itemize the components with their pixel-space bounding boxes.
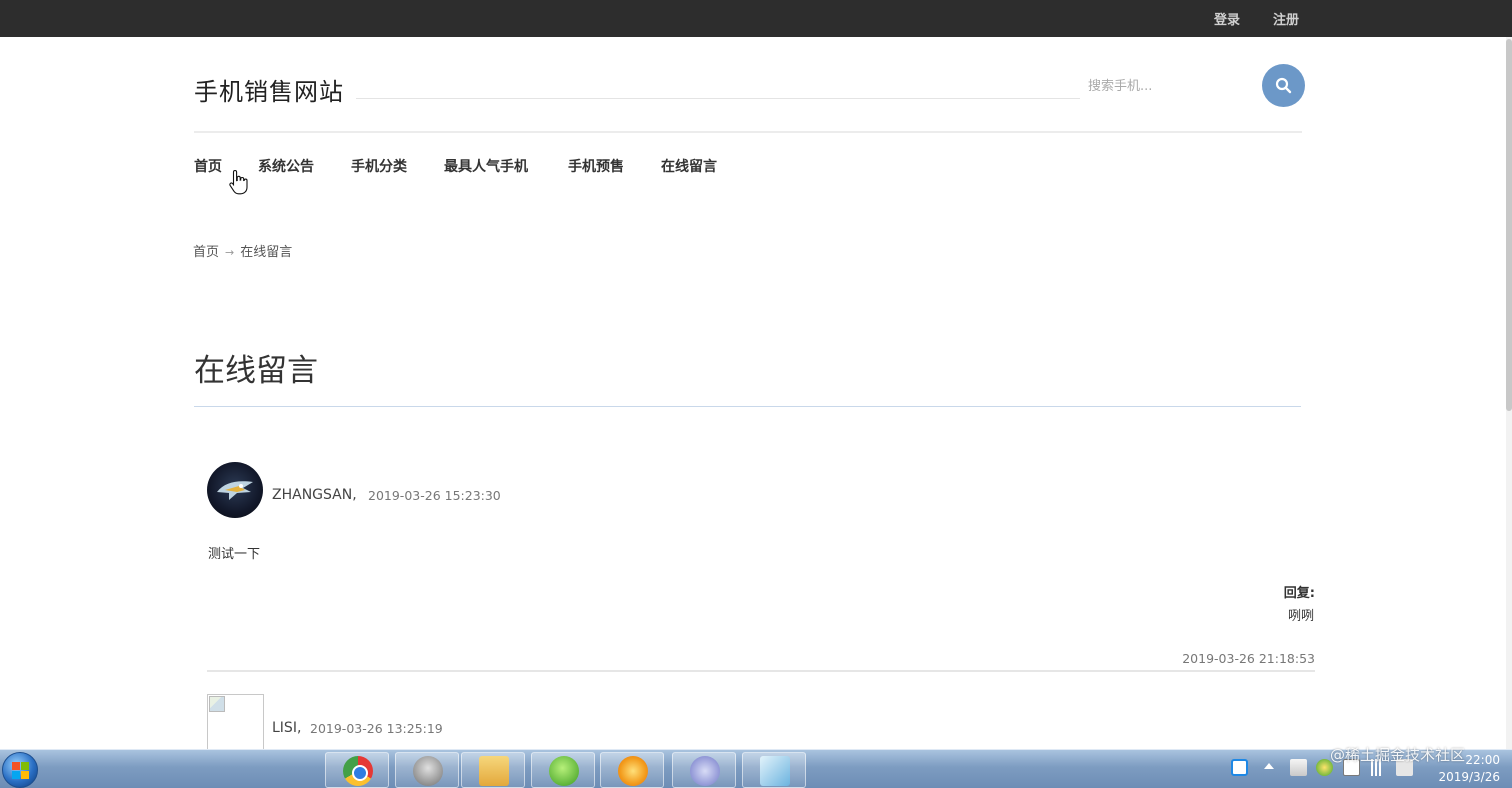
reply-text: 咧咧 bbox=[1287, 609, 1314, 624]
page-title: 在线留言 bbox=[194, 353, 318, 389]
qq-tray-icon[interactable] bbox=[1231, 759, 1248, 776]
nav-item-categories[interactable]: 手机分类 bbox=[351, 156, 407, 176]
breadcrumb-separator: → bbox=[225, 246, 235, 259]
top-bar: 登录 注册 bbox=[0, 0, 1512, 37]
action-center-icon[interactable] bbox=[1290, 759, 1307, 776]
windows-logo-icon bbox=[12, 762, 29, 779]
comment-date: 2019-03-26 15:23:30 bbox=[368, 488, 501, 503]
comment-body: 测试一下 bbox=[208, 547, 261, 562]
comment-date: 2019-03-26 13:25:19 bbox=[310, 721, 443, 736]
nav-item-messages[interactable]: 在线留言 bbox=[661, 156, 717, 176]
nav-item-presale[interactable]: 手机预售 bbox=[568, 156, 624, 176]
comment-author: ZHANGSAN, bbox=[272, 487, 357, 503]
taskbar-chrome-button[interactable] bbox=[325, 752, 389, 788]
breadcrumb-home[interactable]: 首页 bbox=[193, 245, 219, 260]
comment-divider bbox=[207, 670, 1315, 672]
page-scrollbar[interactable] bbox=[1506, 37, 1512, 749]
taskbar-eclipse-button[interactable] bbox=[672, 752, 736, 788]
eclipse-icon bbox=[690, 756, 720, 786]
taskbar-tools-button[interactable] bbox=[395, 752, 459, 788]
taskbar-green-app-button[interactable] bbox=[531, 752, 595, 788]
player-icon bbox=[618, 756, 648, 786]
title-divider bbox=[356, 98, 1080, 99]
avatar bbox=[207, 462, 263, 518]
header-divider bbox=[194, 131, 1302, 133]
search-input[interactable] bbox=[1088, 74, 1248, 98]
nav-item-home[interactable]: 首页 bbox=[194, 156, 222, 176]
show-hidden-icons-icon[interactable] bbox=[1264, 763, 1274, 769]
site-title: 手机销售网站 bbox=[194, 78, 344, 106]
reply-date: 2019-03-26 21:18:53 bbox=[1182, 651, 1315, 666]
start-button[interactable] bbox=[2, 752, 38, 788]
broken-image-icon bbox=[209, 696, 225, 712]
os-taskbar: 22:00 2019/3/26 bbox=[0, 749, 1512, 788]
bird-icon bbox=[217, 481, 253, 500]
search-icon bbox=[1275, 77, 1292, 94]
reply-label: 回复: bbox=[1283, 586, 1315, 601]
scrollbar-thumb[interactable] bbox=[1506, 39, 1512, 411]
login-link[interactable]: 登录 bbox=[1214, 9, 1240, 28]
taskbar-blue-app-button[interactable] bbox=[742, 752, 806, 788]
breadcrumb-current: 在线留言 bbox=[240, 245, 293, 260]
taskbar-folder-button[interactable] bbox=[461, 752, 525, 788]
broken-avatar-image bbox=[207, 694, 264, 751]
clock-date: 2019/3/26 bbox=[1438, 770, 1500, 784]
green-app-icon bbox=[549, 756, 579, 786]
nav-item-popular[interactable]: 最具人气手机 bbox=[444, 156, 528, 176]
blue-app-icon bbox=[760, 756, 790, 786]
folder-icon bbox=[479, 756, 509, 786]
tools-icon bbox=[413, 756, 443, 786]
hand-cursor-icon bbox=[229, 169, 248, 195]
taskbar-player-button[interactable] bbox=[600, 752, 664, 788]
register-link[interactable]: 注册 bbox=[1273, 9, 1299, 28]
watermark-text: @稀土掘金技术社区 bbox=[1330, 746, 1466, 764]
title-underline bbox=[194, 406, 1301, 407]
chrome-icon bbox=[343, 756, 373, 786]
comment-author: LISI, bbox=[272, 720, 302, 736]
search-button[interactable] bbox=[1262, 64, 1305, 107]
nav-item-announcements[interactable]: 系统公告 bbox=[258, 156, 314, 176]
breadcrumb: 首页 → 在线留言 bbox=[193, 241, 292, 260]
